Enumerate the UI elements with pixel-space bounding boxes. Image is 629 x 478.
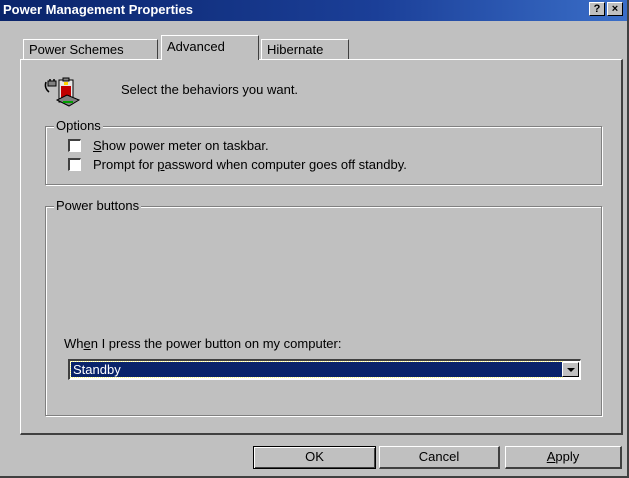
ok-button[interactable]: OK (253, 446, 376, 469)
options-group-label: Options (54, 118, 103, 133)
header-prompt: Select the behaviors you want. (121, 82, 299, 97)
chevron-down-icon[interactable] (562, 362, 579, 377)
power-button-action-select[interactable]: Standby (68, 359, 581, 380)
prompt-password-label[interactable]: Prompt for password when computer goes o… (93, 157, 407, 172)
help-button[interactable]: ? (589, 2, 605, 16)
options-group: Options Show power meter on taskbar. Pro… (45, 118, 602, 185)
tab-hibernate[interactable]: Hibernate (261, 39, 349, 60)
power-buttons-group-label: Power buttons (54, 198, 142, 213)
power-button-action-label: When I press the power button on my comp… (64, 336, 342, 351)
select-value[interactable]: Standby (70, 361, 563, 378)
tab-panel-advanced: Select the behaviors you want. Options S… (20, 59, 623, 435)
apply-button[interactable]: Apply (505, 446, 622, 469)
title-bar[interactable]: Power Management Properties ? × (0, 0, 627, 21)
show-power-meter-label[interactable]: Show power meter on taskbar. (93, 138, 269, 153)
window-title: Power Management Properties (3, 2, 193, 17)
battery-plug-icon (44, 77, 81, 107)
cancel-button[interactable]: Cancel (379, 446, 500, 469)
checkbox-box[interactable] (68, 139, 81, 152)
close-button[interactable]: × (607, 2, 623, 16)
power-buttons-group: Power buttons When I press the power but… (45, 198, 602, 416)
power-management-dialog: Power Management Properties ? × Power Sc… (0, 0, 629, 478)
tab-advanced[interactable]: Advanced (161, 35, 259, 60)
checkbox-box[interactable] (68, 158, 81, 171)
tab-power-schemes[interactable]: Power Schemes (23, 39, 158, 60)
